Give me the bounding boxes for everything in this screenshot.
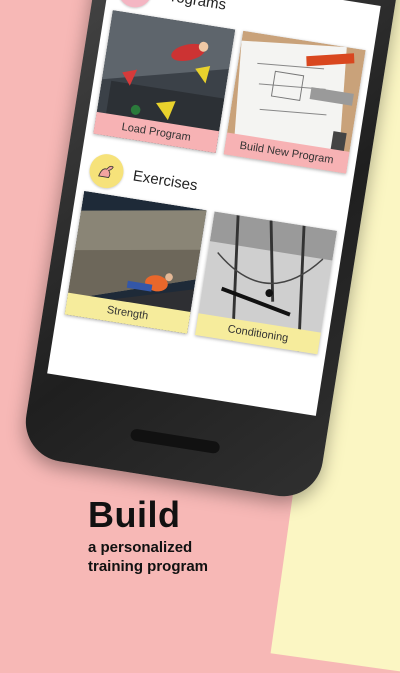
- load-program-tile[interactable]: Load Program: [93, 10, 236, 153]
- build-new-program-tile[interactable]: Build New Program: [223, 30, 366, 174]
- promo-subline-1: a personalized: [88, 539, 193, 556]
- strength-tile[interactable]: Strength: [64, 190, 207, 334]
- exercises-title: Exercises: [131, 166, 199, 194]
- promo-subline-2: training program: [88, 558, 209, 575]
- promo-headline: Build: [88, 494, 181, 535]
- books-glasses-icon: [115, 0, 155, 10]
- promo-subline: a personalized training program: [88, 538, 288, 576]
- flexed-arm-icon: [87, 151, 126, 191]
- programs-title: Programs: [160, 0, 227, 13]
- conditioning-tile[interactable]: Conditioning: [194, 211, 338, 355]
